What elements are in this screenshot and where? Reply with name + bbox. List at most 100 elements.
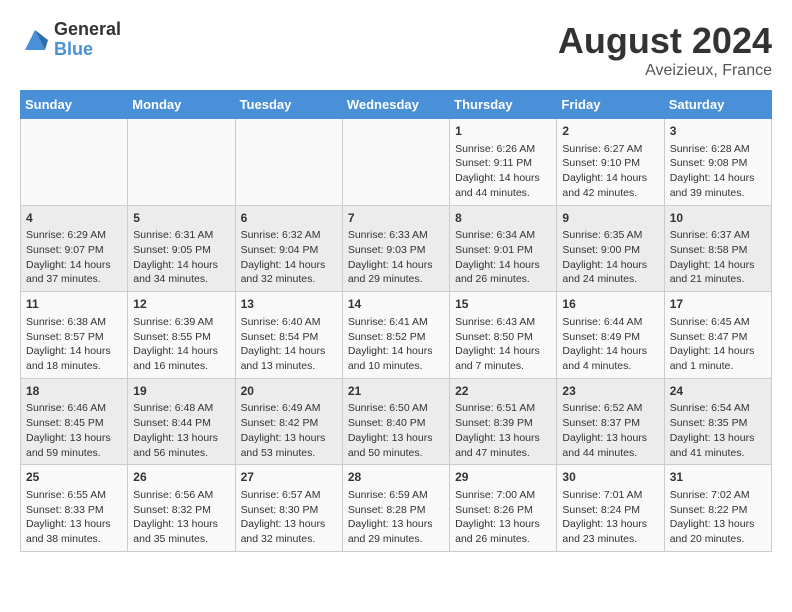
day-number: 20 xyxy=(241,383,337,400)
calendar-cell: 15 Sunrise: 6:43 AM Sunset: 8:50 PM Dayli… xyxy=(450,292,557,379)
calendar-cell: 21Sunrise: 6:50 AM Sunset: 8:40 PM Dayli… xyxy=(342,378,449,465)
calendar-cell: 17Sunrise: 6:45 AM Sunset: 8:47 PM Dayli… xyxy=(664,292,771,379)
day-number: 11 xyxy=(26,296,122,313)
day-info: Sunrise: 7:01 AM Sunset: 8:24 PM Dayligh… xyxy=(562,488,658,547)
day-info: Sunrise: 6:54 AM Sunset: 8:35 PM Dayligh… xyxy=(670,401,766,460)
calendar-week-row: 4Sunrise: 6:29 AM Sunset: 9:07 PM Daylig… xyxy=(21,205,772,292)
day-info: Sunrise: 6:49 AM Sunset: 8:42 PM Dayligh… xyxy=(241,401,337,460)
calendar-cell: 31Sunrise: 7:02 AM Sunset: 8:22 PM Dayli… xyxy=(664,465,771,552)
header-day: Sunday xyxy=(21,91,128,119)
calendar-cell: 29 Sunrise: 7:00 AM Sunset: 8:26 PM Dayli… xyxy=(450,465,557,552)
calendar-week-row: 1 Sunrise: 6:26 AM Sunset: 9:11 PM Daylig… xyxy=(21,119,772,206)
day-info: Sunrise: 6:28 AM Sunset: 9:08 PM Dayligh… xyxy=(670,142,766,201)
calendar-cell: 19Sunrise: 6:48 AM Sunset: 8:44 PM Dayli… xyxy=(128,378,235,465)
day-number: 15 xyxy=(455,296,551,313)
calendar-cell xyxy=(128,119,235,206)
header-day: Tuesday xyxy=(235,91,342,119)
day-number: 19 xyxy=(133,383,229,400)
day-info: Sunrise: 6:43 AM Sunset: 8:50 PM Dayligh… xyxy=(455,315,551,374)
day-info: Sunrise: 6:50 AM Sunset: 8:40 PM Dayligh… xyxy=(348,401,444,460)
location-title: Aveizieux, France xyxy=(558,62,772,80)
header-row: SundayMondayTuesdayWednesdayThursdayFrid… xyxy=(21,91,772,119)
logo-icon xyxy=(20,25,50,55)
calendar-cell: 8Sunrise: 6:34 AM Sunset: 9:01 PM Daylig… xyxy=(450,205,557,292)
day-number: 7 xyxy=(348,210,444,227)
calendar-cell: 6Sunrise: 6:32 AM Sunset: 9:04 PM Daylig… xyxy=(235,205,342,292)
calendar-cell: 4Sunrise: 6:29 AM Sunset: 9:07 PM Daylig… xyxy=(21,205,128,292)
calendar-cell: 24Sunrise: 6:54 AM Sunset: 8:35 PM Dayli… xyxy=(664,378,771,465)
day-number: 5 xyxy=(133,210,229,227)
logo: General Blue xyxy=(20,20,121,60)
day-number: 2 xyxy=(562,123,658,140)
calendar-cell: 3 Sunrise: 6:28 AM Sunset: 9:08 PM Daylig… xyxy=(664,119,771,206)
day-info: Sunrise: 6:35 AM Sunset: 9:00 PM Dayligh… xyxy=(562,228,658,287)
day-info: Sunrise: 6:56 AM Sunset: 8:32 PM Dayligh… xyxy=(133,488,229,547)
day-number: 3 xyxy=(670,123,766,140)
day-info: Sunrise: 6:59 AM Sunset: 8:28 PM Dayligh… xyxy=(348,488,444,547)
day-number: 27 xyxy=(241,469,337,486)
calendar-cell: 27Sunrise: 6:57 AM Sunset: 8:30 PM Dayli… xyxy=(235,465,342,552)
day-number: 12 xyxy=(133,296,229,313)
day-info: Sunrise: 6:26 AM Sunset: 9:11 PM Dayligh… xyxy=(455,142,551,201)
header-day: Monday xyxy=(128,91,235,119)
day-number: 8 xyxy=(455,210,551,227)
day-number: 18 xyxy=(26,383,122,400)
day-number: 21 xyxy=(348,383,444,400)
page-header: General Blue August 2024 Aveizieux, Fran… xyxy=(20,20,772,80)
header-day: Friday xyxy=(557,91,664,119)
day-info: Sunrise: 7:00 AM Sunset: 8:26 PM Dayligh… xyxy=(455,488,551,547)
calendar-cell: 16 Sunrise: 6:44 AM Sunset: 8:49 PM Dayli… xyxy=(557,292,664,379)
calendar-cell: 9Sunrise: 6:35 AM Sunset: 9:00 PM Daylig… xyxy=(557,205,664,292)
calendar-cell: 7Sunrise: 6:33 AM Sunset: 9:03 PM Daylig… xyxy=(342,205,449,292)
day-number: 30 xyxy=(562,469,658,486)
day-info: Sunrise: 7:02 AM Sunset: 8:22 PM Dayligh… xyxy=(670,488,766,547)
day-number: 14 xyxy=(348,296,444,313)
day-info: Sunrise: 6:48 AM Sunset: 8:44 PM Dayligh… xyxy=(133,401,229,460)
day-number: 9 xyxy=(562,210,658,227)
day-number: 13 xyxy=(241,296,337,313)
calendar-cell: 2Sunrise: 6:27 AM Sunset: 9:10 PM Daylig… xyxy=(557,119,664,206)
calendar-week-row: 11 Sunrise: 6:38 AM Sunset: 8:57 PM Dayli… xyxy=(21,292,772,379)
calendar-week-row: 18Sunrise: 6:46 AM Sunset: 8:45 PM Dayli… xyxy=(21,378,772,465)
header-day: Saturday xyxy=(664,91,771,119)
header-day: Thursday xyxy=(450,91,557,119)
day-number: 25 xyxy=(26,469,122,486)
calendar-cell xyxy=(21,119,128,206)
day-number: 4 xyxy=(26,210,122,227)
day-number: 28 xyxy=(348,469,444,486)
calendar-cell: 20Sunrise: 6:49 AM Sunset: 8:42 PM Dayli… xyxy=(235,378,342,465)
day-number: 29 xyxy=(455,469,551,486)
day-info: Sunrise: 6:32 AM Sunset: 9:04 PM Dayligh… xyxy=(241,228,337,287)
calendar-cell xyxy=(342,119,449,206)
day-info: Sunrise: 6:52 AM Sunset: 8:37 PM Dayligh… xyxy=(562,401,658,460)
calendar-cell: 13Sunrise: 6:40 AM Sunset: 8:54 PM Dayli… xyxy=(235,292,342,379)
calendar-body: 1 Sunrise: 6:26 AM Sunset: 9:11 PM Daylig… xyxy=(21,119,772,552)
day-info: Sunrise: 6:51 AM Sunset: 8:39 PM Dayligh… xyxy=(455,401,551,460)
calendar-cell: 12 Sunrise: 6:39 AM Sunset: 8:55 PM Dayli… xyxy=(128,292,235,379)
calendar-cell: 10Sunrise: 6:37 AM Sunset: 8:58 PM Dayli… xyxy=(664,205,771,292)
calendar-cell: 5Sunrise: 6:31 AM Sunset: 9:05 PM Daylig… xyxy=(128,205,235,292)
calendar-cell: 18Sunrise: 6:46 AM Sunset: 8:45 PM Dayli… xyxy=(21,378,128,465)
day-info: Sunrise: 6:39 AM Sunset: 8:55 PM Dayligh… xyxy=(133,315,229,374)
day-info: Sunrise: 6:29 AM Sunset: 9:07 PM Dayligh… xyxy=(26,228,122,287)
logo-text: General Blue xyxy=(54,20,121,60)
day-info: Sunrise: 6:31 AM Sunset: 9:05 PM Dayligh… xyxy=(133,228,229,287)
day-number: 24 xyxy=(670,383,766,400)
calendar-table: SundayMondayTuesdayWednesdayThursdayFrid… xyxy=(20,90,772,552)
day-info: Sunrise: 6:33 AM Sunset: 9:03 PM Dayligh… xyxy=(348,228,444,287)
day-number: 6 xyxy=(241,210,337,227)
day-info: Sunrise: 6:46 AM Sunset: 8:45 PM Dayligh… xyxy=(26,401,122,460)
day-number: 16 xyxy=(562,296,658,313)
calendar-cell: 25 Sunrise: 6:55 AM Sunset: 8:33 PM Dayli… xyxy=(21,465,128,552)
calendar-cell: 28 Sunrise: 6:59 AM Sunset: 8:28 PM Dayli… xyxy=(342,465,449,552)
day-number: 23 xyxy=(562,383,658,400)
day-info: Sunrise: 6:44 AM Sunset: 8:49 PM Dayligh… xyxy=(562,315,658,374)
title-block: August 2024 Aveizieux, France xyxy=(558,20,772,80)
day-number: 1 xyxy=(455,123,551,140)
logo-blue: Blue xyxy=(54,40,121,60)
day-info: Sunrise: 6:55 AM Sunset: 8:33 PM Dayligh… xyxy=(26,488,122,547)
calendar-header: SundayMondayTuesdayWednesdayThursdayFrid… xyxy=(21,91,772,119)
day-info: Sunrise: 6:38 AM Sunset: 8:57 PM Dayligh… xyxy=(26,315,122,374)
day-info: Sunrise: 6:34 AM Sunset: 9:01 PM Dayligh… xyxy=(455,228,551,287)
calendar-cell: 1 Sunrise: 6:26 AM Sunset: 9:11 PM Daylig… xyxy=(450,119,557,206)
